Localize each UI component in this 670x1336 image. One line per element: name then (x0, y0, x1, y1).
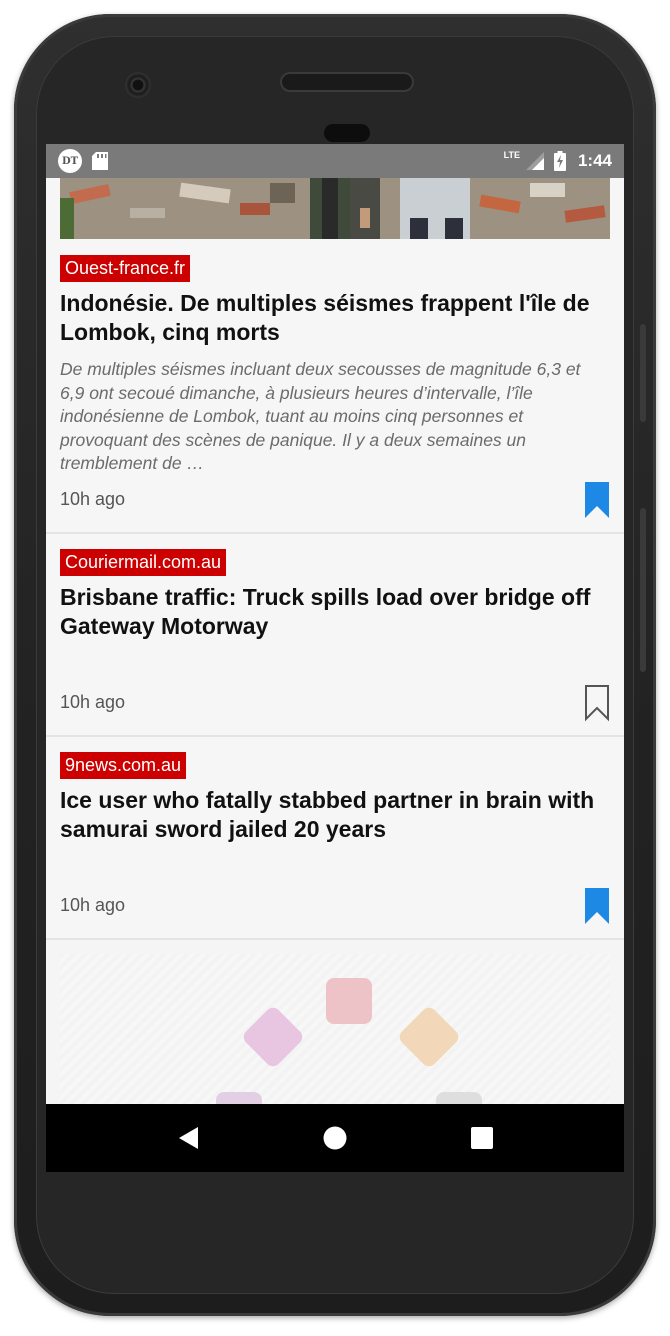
article-source-badge[interactable]: Ouest-france.fr (60, 255, 191, 282)
front-camera (125, 72, 151, 98)
status-indicators: LTE 1:44 (503, 150, 612, 171)
article-headline[interactable]: Ice user who fatally stabbed partner in … (60, 786, 600, 844)
recents-button[interactable] (460, 1116, 504, 1160)
article-source-badge[interactable]: Couriermail.com.au (60, 549, 227, 576)
article-time: 10h ago (60, 895, 126, 915)
dt-app-icon: DT (58, 149, 82, 173)
screen: DT LTE 1:44 Ouest-france.fr Indonésie. D… (46, 144, 624, 1172)
rubble-photo (60, 178, 610, 239)
home-icon (323, 1126, 347, 1150)
loading-placeholder (60, 954, 610, 1104)
bookmark-icon[interactable] (584, 887, 610, 925)
volume-button (640, 508, 646, 672)
status-bar: DT LTE 1:44 (46, 144, 624, 178)
article-headline[interactable]: Indonésie. De multiples séismes frappent… (60, 289, 600, 347)
bookmark-icon[interactable] (584, 481, 610, 519)
news-feed[interactable]: Ouest-france.fr Indonésie. De multiples … (46, 178, 624, 1104)
article-headline[interactable]: Brisbane traffic: Truck spills load over… (60, 583, 600, 641)
sd-card-icon (92, 152, 108, 170)
article-time: 10h ago (60, 489, 126, 509)
loader-square (240, 1004, 306, 1070)
back-icon (178, 1127, 198, 1149)
earpiece-speaker (282, 74, 412, 90)
home-button[interactable] (313, 1116, 357, 1160)
clock: 1:44 (577, 151, 612, 170)
article-time: 10h ago (60, 692, 126, 712)
article-card[interactable]: Couriermail.com.au Brisbane traffic: Tru… (46, 534, 624, 737)
navigation-bar (46, 1104, 624, 1172)
back-button[interactable] (166, 1116, 210, 1160)
signal-icon (525, 152, 544, 170)
article-card[interactable]: 9news.com.au Ice user who fatally stabbe… (46, 737, 624, 940)
loader-square (396, 1004, 462, 1070)
article-summary: De multiples séismes incluant deux secou… (60, 359, 581, 473)
recents-icon (471, 1127, 494, 1149)
power-button (640, 324, 646, 422)
bookmark-outline-icon[interactable] (584, 684, 610, 722)
loader-square (436, 1092, 482, 1104)
loader-square (326, 978, 372, 1024)
network-type: LTE (503, 150, 520, 160)
article-source-badge[interactable]: 9news.com.au (60, 752, 187, 779)
battery-charging-icon (553, 151, 566, 171)
article-image (60, 178, 610, 239)
loader-square (216, 1092, 262, 1104)
article-card[interactable]: Ouest-france.fr Indonésie. De multiples … (46, 178, 624, 534)
proximity-sensor (324, 124, 370, 142)
